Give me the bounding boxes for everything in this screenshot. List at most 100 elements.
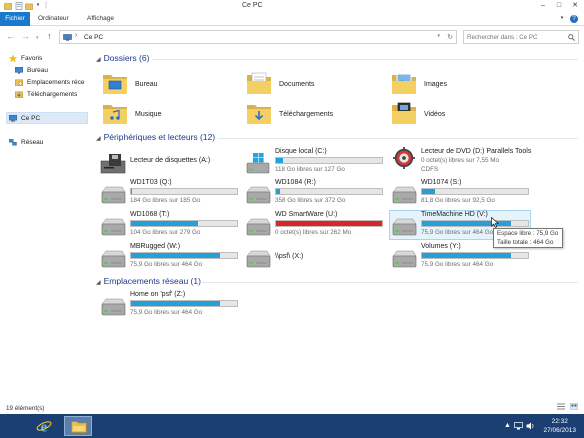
folder-telechargements[interactable]: Téléchargements: [246, 100, 386, 130]
address-bar[interactable]: › Ce PC ▾ ↻: [59, 30, 457, 44]
drive-r[interactable]: WD1084 (R:) 358 Go libres sur 372 Go: [245, 178, 385, 208]
nav-ce-pc[interactable]: Ce PC: [21, 115, 40, 122]
drive-c[interactable]: Disque local (C:) 118 Go libres sur 127 …: [245, 147, 385, 177]
tab-ordinateur[interactable]: Ordinateur: [38, 12, 69, 26]
drive-name: WD1068 (T:): [130, 211, 170, 218]
properties-icon[interactable]: [15, 2, 23, 10]
drive-usage-bar: [130, 300, 238, 307]
explorer-app-icon[interactable]: [4, 2, 12, 10]
volume-icon[interactable]: [526, 422, 535, 430]
drive-usage-bar: [130, 188, 238, 195]
drive-name: Home on 'psf' (Z:): [130, 291, 186, 298]
collapse-chevron-icon[interactable]: ◢: [96, 136, 101, 142]
drive-space-info: 0 octet(s) libres sur 262 Mo: [275, 229, 352, 236]
group-header-dossiers[interactable]: ◢ Dossiers (6): [96, 53, 149, 63]
folder-documents[interactable]: Documents: [246, 70, 386, 100]
this-pc-icon: [9, 115, 17, 122]
drive-space-info: 118 Go libres sur 127 Go: [275, 166, 345, 173]
tab-affichage[interactable]: Affichage: [87, 12, 114, 26]
hard-drive-icon: [392, 218, 417, 236]
drive-t[interactable]: WD1068 (T:) 104 Go libres sur 279 Go: [100, 210, 240, 240]
search-box[interactable]: [463, 30, 579, 44]
favorites-star-icon: [9, 55, 17, 62]
drive-space-info: 104 Go libres sur 279 Go: [130, 229, 201, 236]
pictures-folder-icon: [392, 73, 416, 94]
group-title: Dossiers (6): [103, 53, 150, 63]
forward-icon[interactable]: →: [21, 31, 30, 41]
clock[interactable]: 22:32 27/06/2013: [543, 417, 576, 435]
group-header-peripheriques[interactable]: ◢ Périphériques et lecteurs (12): [96, 132, 215, 142]
drive-usage-bar: [275, 220, 383, 227]
drive-s[interactable]: WD1074 (S:) 81,8 Go libres sur 92,5 Go: [391, 178, 531, 208]
recent-places-icon: [15, 79, 23, 86]
breadcrumb-separator-icon[interactable]: ›: [75, 32, 77, 39]
drive-name: MBRugged (W:): [130, 243, 181, 250]
folder-musique[interactable]: Musique: [102, 100, 242, 130]
view-switcher: [557, 402, 579, 412]
drive-usage-bar: [421, 252, 529, 259]
expand-ribbon-icon[interactable]: ▾: [555, 14, 569, 23]
status-item-count: 19 élément(s): [6, 405, 45, 412]
help-icon[interactable]: ?: [570, 15, 578, 23]
nav-bureau[interactable]: Bureau: [27, 67, 48, 74]
drive-u[interactable]: WD SmartWare (U:) 0 octet(s) libres sur …: [245, 210, 385, 240]
nav-telechargements[interactable]: Téléchargements: [27, 91, 77, 98]
folder-images[interactable]: Images: [391, 70, 531, 100]
drive-z[interactable]: Home on 'psf' (Z:) 75,9 Go libres sur 46…: [100, 290, 240, 320]
videos-folder-icon: [392, 102, 416, 124]
file-explorer-button[interactable]: [64, 416, 92, 436]
internet-explorer-button[interactable]: e: [30, 416, 58, 436]
tooltip-total-size: Taille totale : 464 Go: [497, 238, 554, 246]
drive-usage-fill: [131, 189, 133, 194]
tab-fichier[interactable]: Fichier: [0, 12, 30, 26]
search-icon[interactable]: [568, 34, 575, 41]
hard-drive-icon: [101, 250, 126, 268]
drive-space-info: 75,9 Go libres sur 464 Go: [130, 309, 203, 316]
drive-w[interactable]: MBRugged (W:) 75,9 Go libres sur 464 Go: [100, 242, 240, 272]
folder-label: Vidéos: [424, 111, 446, 118]
refresh-icon[interactable]: ↻: [447, 33, 453, 41]
back-icon[interactable]: ←: [6, 31, 15, 41]
folder-bureau[interactable]: Bureau: [102, 70, 242, 100]
large-icons-view-icon[interactable]: [569, 402, 579, 411]
network-drive-icon: [246, 250, 271, 268]
minimize-button[interactable]: –: [536, 1, 550, 10]
downloads-icon: [15, 91, 23, 98]
address-history-icon[interactable]: ▾: [437, 33, 440, 39]
group-divider: [202, 282, 578, 283]
search-input[interactable]: [467, 32, 563, 43]
customize-toolbar-icon[interactable]: ▾: [34, 1, 42, 10]
drive-space-info: 75,9 Go libres sur 464 Go: [130, 261, 203, 268]
drive-name: Disque local (C:): [275, 148, 327, 155]
drive-usage-fill: [131, 253, 221, 258]
recent-locations-icon[interactable]: ▾: [36, 33, 39, 43]
drive-usage-bar: [275, 188, 383, 195]
hard-drive-icon: [392, 250, 417, 268]
group-header-emplacements-reseau[interactable]: ◢ Emplacements réseau (1): [96, 276, 201, 286]
nav-emplacements-recents[interactable]: Emplacements réce: [27, 79, 90, 86]
details-view-icon[interactable]: [557, 403, 566, 410]
drive-floppy-a[interactable]: Lecteur de disquettes (A:): [100, 147, 240, 177]
collapse-chevron-icon[interactable]: ◢: [96, 280, 101, 286]
title-divider: |: [45, 2, 47, 9]
network-status-icon[interactable]: [514, 422, 523, 430]
maximize-button[interactable]: □: [552, 1, 566, 10]
drive-usage-bar: [421, 188, 529, 195]
breadcrumb[interactable]: Ce PC: [84, 34, 103, 41]
close-button[interactable]: ✕: [568, 1, 582, 10]
drive-dvd-d[interactable]: Lecteur de DVD (D:) Parallels Tools 0 oc…: [391, 147, 531, 177]
nav-favoris[interactable]: Favoris: [21, 55, 42, 62]
drive-usage-fill: [276, 189, 281, 194]
show-hidden-icons-icon[interactable]: ▲: [504, 422, 511, 429]
nav-reseau[interactable]: Réseau: [21, 139, 43, 146]
new-folder-icon[interactable]: [25, 2, 33, 10]
internet-explorer-icon: e: [36, 420, 52, 434]
group-title: Périphériques et lecteurs (12): [103, 132, 216, 142]
collapse-chevron-icon[interactable]: ◢: [96, 57, 101, 63]
drive-name: WD1084 (R:): [275, 179, 316, 186]
drive-name: TimeMachine HD (V:): [421, 211, 488, 218]
drive-q[interactable]: WD1T03 (Q:) 184 Go libres sur 185 Go: [100, 178, 240, 208]
drive-x[interactable]: \\psf\ (X:): [245, 242, 385, 272]
up-icon[interactable]: ↑: [47, 31, 52, 41]
folder-videos[interactable]: Vidéos: [391, 100, 531, 130]
